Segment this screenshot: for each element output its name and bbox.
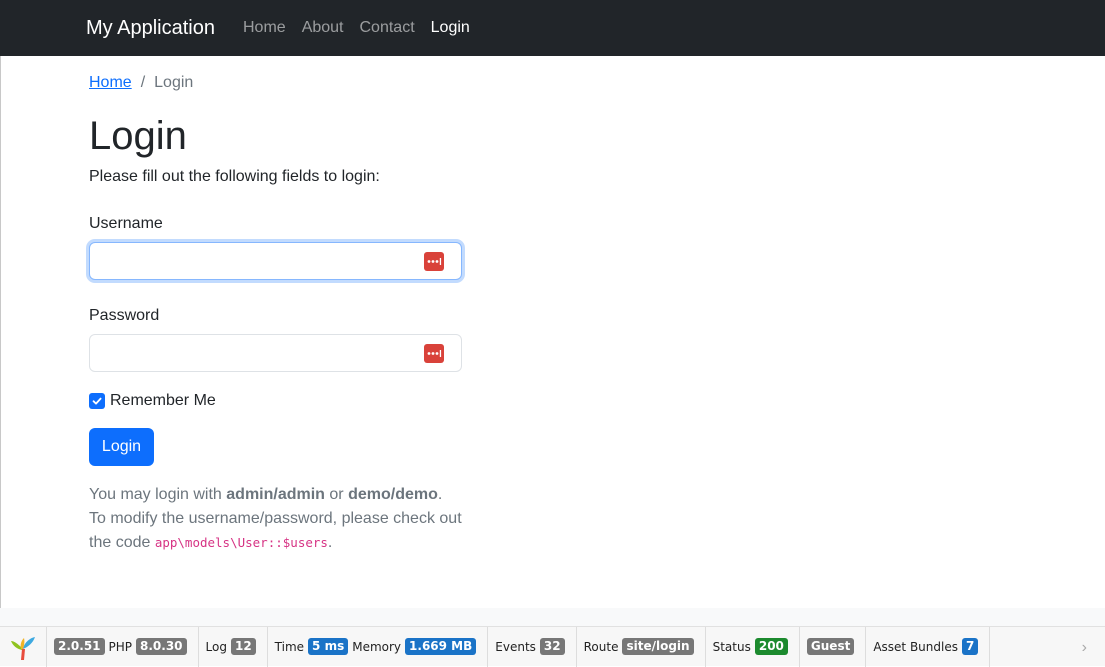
debug-status-block[interactable]: Status 200 <box>706 626 800 667</box>
events-count-badge: 32 <box>539 638 565 655</box>
breadcrumb-home-link[interactable]: Home <box>89 73 132 93</box>
brand-link[interactable]: My Application <box>86 15 215 41</box>
nav-login[interactable]: Login <box>431 18 470 38</box>
hint-demo-cred: demo/demo <box>348 486 438 503</box>
remember-me-label[interactable]: Remember Me <box>110 392 216 410</box>
log-label: Log <box>205 639 227 654</box>
toolbar-toggle-chevron-icon[interactable]: › <box>1082 639 1087 657</box>
debug-profiling-block[interactable]: Time 5 ms Memory 1.669 MB <box>268 626 489 667</box>
asset-bundles-label: Asset Bundles <box>873 639 958 654</box>
login-hint: You may login with admin/admin or demo/d… <box>89 483 479 555</box>
footer <box>0 608 1105 626</box>
nav-about[interactable]: About <box>302 18 344 38</box>
username-input[interactable] <box>90 243 461 279</box>
checkmark-icon <box>92 397 102 405</box>
php-version-badge: 8.0.30 <box>136 638 187 655</box>
breadcrumb-separator: / <box>140 74 146 91</box>
time-label: Time <box>274 639 305 654</box>
route-label: Route <box>583 639 619 654</box>
hint-text: You may login with <box>89 486 227 503</box>
hint-code: app\models\User::$users <box>154 535 328 550</box>
password-field-wrapper <box>89 334 462 372</box>
user-badge: Guest <box>806 638 855 655</box>
events-label: Events <box>495 639 536 654</box>
memory-badge: 1.669 MB <box>405 638 477 655</box>
debug-asset-bundles-block[interactable]: Asset Bundles 7 <box>866 626 991 667</box>
status-badge: 200 <box>754 638 788 655</box>
hint-admin-cred: admin/admin <box>226 486 325 503</box>
debug-route-block[interactable]: Route site/login <box>577 626 706 667</box>
route-badge: site/login <box>622 638 694 655</box>
nav-contact[interactable]: Contact <box>360 18 415 38</box>
debug-toolbar: 2.0.51 PHP 8.0.30 Log 12 Time 5 ms Memor… <box>0 626 1105 667</box>
nav-home[interactable]: Home <box>243 18 286 38</box>
log-count-badge: 12 <box>230 638 256 655</box>
hint-text: or <box>324 486 349 503</box>
password-manager-icon[interactable] <box>424 252 444 271</box>
login-button[interactable]: Login <box>89 428 154 466</box>
hint-text: . <box>437 486 443 503</box>
breadcrumb-current: Login <box>154 74 194 91</box>
password-label: Password <box>89 307 160 324</box>
navbar: My Application Home About Contact Login <box>0 0 1105 56</box>
username-field-wrapper <box>89 242 462 280</box>
page-intro: Please fill out the following fields to … <box>89 168 380 185</box>
debug-log-block[interactable]: Log 12 <box>199 626 268 667</box>
window-edge <box>0 56 1 608</box>
yii-version-badge: 2.0.51 <box>54 638 105 655</box>
password-manager-icon[interactable] <box>424 344 444 363</box>
remember-me-row: Remember Me <box>89 392 216 410</box>
remember-me-checkbox[interactable] <box>89 393 105 409</box>
breadcrumb: Home / Login <box>89 73 193 93</box>
debug-user-block[interactable]: Guest <box>800 626 867 667</box>
debug-config-block[interactable]: 2.0.51 PHP 8.0.30 <box>47 626 199 667</box>
status-label: Status <box>712 639 751 654</box>
page-title: Login <box>89 114 187 158</box>
time-badge: 5 ms <box>308 638 349 655</box>
asset-bundles-badge: 7 <box>961 638 979 655</box>
nav-links: Home About Contact Login <box>243 18 486 38</box>
username-label: Username <box>89 215 163 232</box>
yii-logo-icon[interactable] <box>0 626 47 667</box>
hint-text: . <box>327 534 333 551</box>
memory-label: Memory <box>352 639 402 654</box>
password-input[interactable] <box>90 335 461 371</box>
php-label: PHP <box>108 639 133 654</box>
debug-events-block[interactable]: Events 32 <box>488 626 577 667</box>
